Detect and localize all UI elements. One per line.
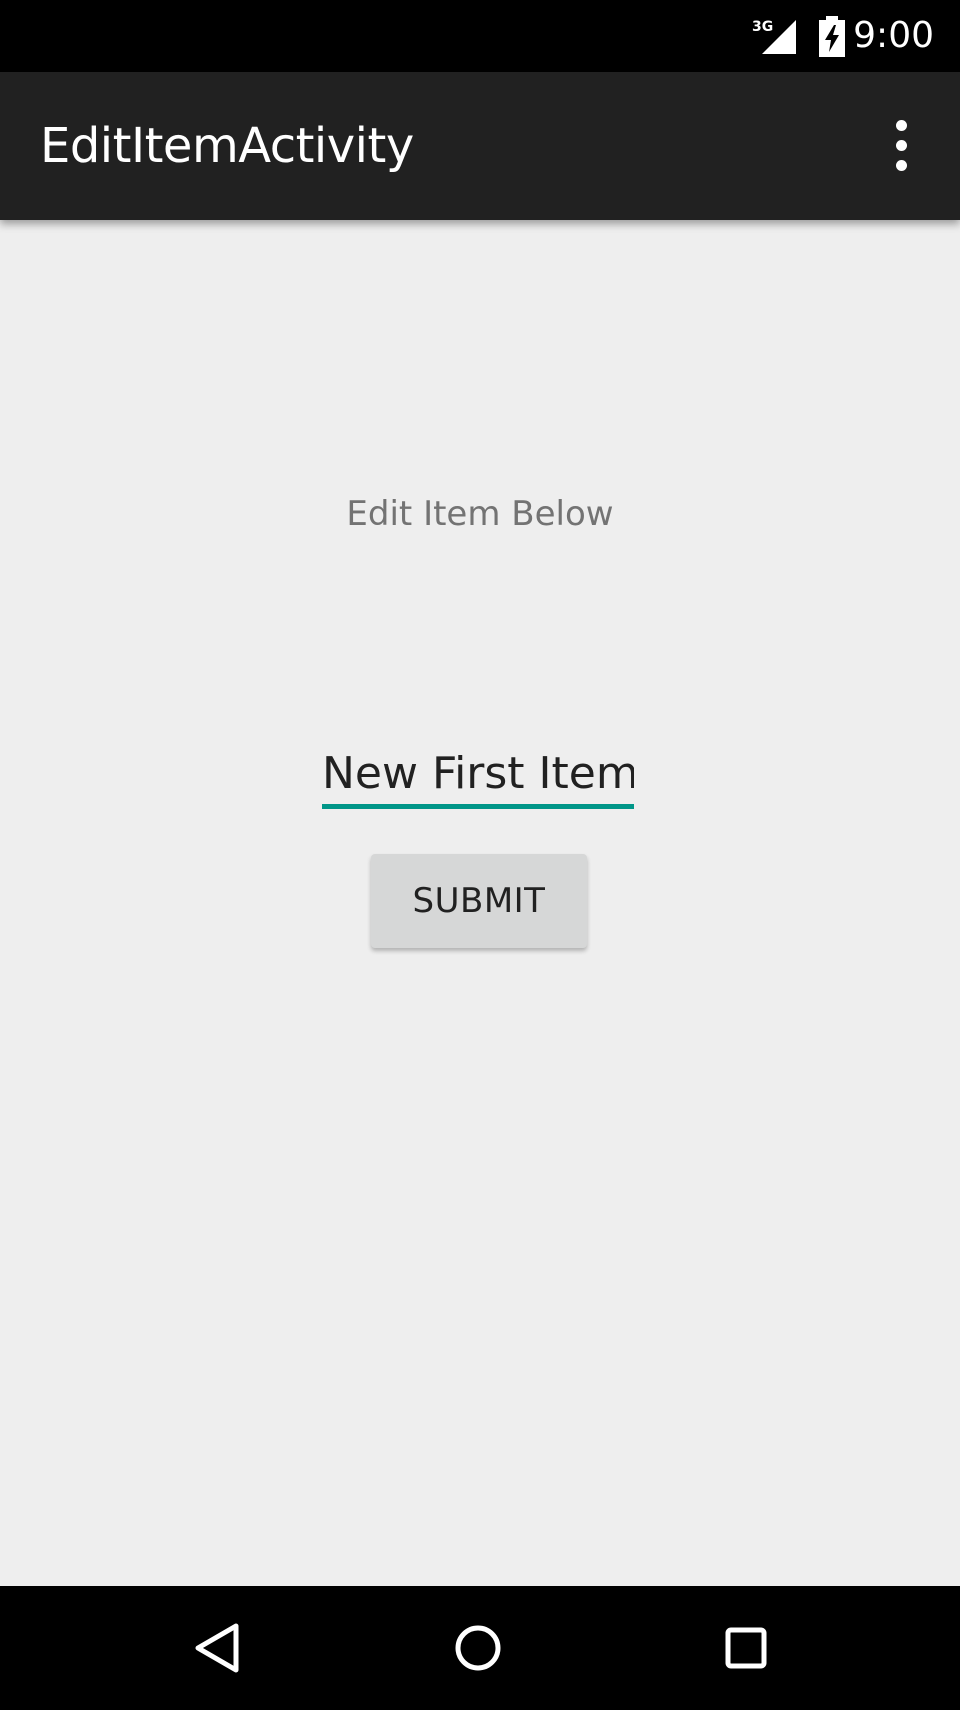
edit-item-label: Edit Item Below [346,494,614,534]
battery-charging-icon [819,16,845,57]
status-time: 9:00 [853,15,934,56]
app-bar: EditItemActivity [0,72,960,220]
status-bar: 3G 9:00 [0,0,960,72]
signal-3g-icon: 3G [752,19,796,54]
window-edge [960,0,964,1710]
recents-square-icon[interactable] [706,1608,786,1688]
more-vert-icon[interactable] [872,112,930,180]
device-screen: 3G 9:00 EditItemActivity Edit Item Below… [0,0,960,1710]
item-text-field[interactable] [322,742,634,809]
more-vert-dot [896,160,907,171]
submit-button[interactable]: SUBMIT [371,854,587,948]
navigation-bar [0,1586,960,1710]
more-vert-dot [896,140,907,151]
network-type-label: 3G [752,19,773,35]
app-title: EditItemActivity [40,118,414,174]
content-area: Edit Item Below SUBMIT [0,220,960,1586]
more-vert-dot [896,120,907,131]
home-circle-icon[interactable] [438,1608,518,1688]
back-triangle-icon[interactable] [180,1608,260,1688]
